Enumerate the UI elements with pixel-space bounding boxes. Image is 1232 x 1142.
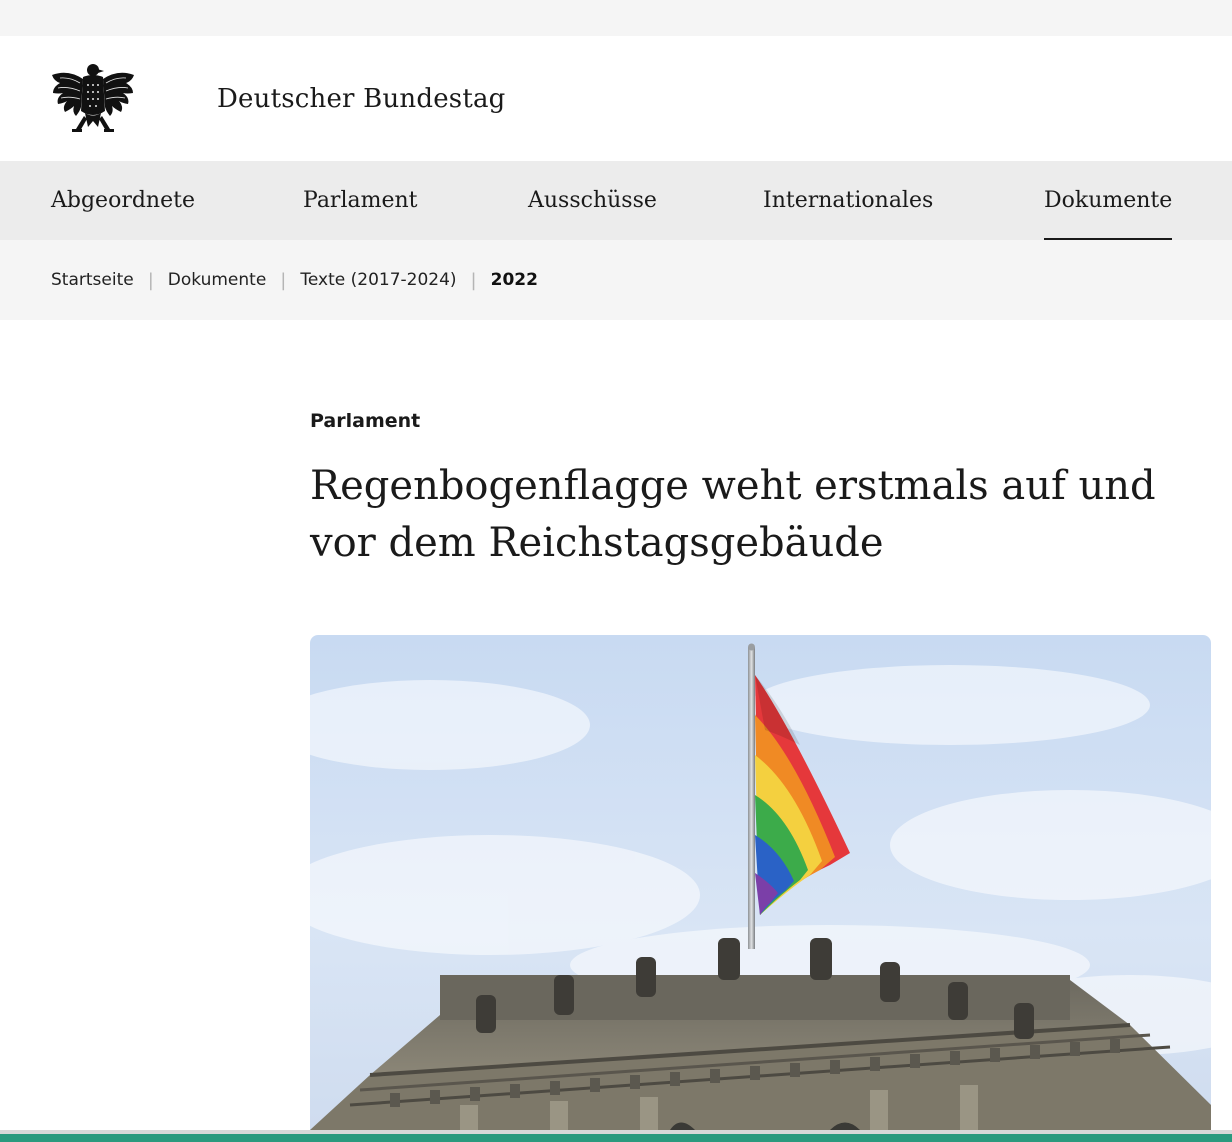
breadcrumb-current: 2022 xyxy=(490,270,538,290)
browser-top-strip xyxy=(0,0,1232,36)
breadcrumb-dokumente[interactable]: Dokumente xyxy=(168,270,267,290)
hero-image[interactable] xyxy=(310,635,1211,1130)
nav-item-parlament[interactable]: Parlament xyxy=(303,161,418,240)
breadcrumb-startseite[interactable]: Startseite xyxy=(51,270,134,290)
article-headline: Regenbogenflagge weht erstmals auf und v… xyxy=(310,463,1156,566)
site-header: Deutscher Bundestag xyxy=(0,36,1232,161)
main-navigation: Abgeordnete Parlament Ausschüsse Interna… xyxy=(0,161,1232,240)
site-title[interactable]: Deutscher Bundestag xyxy=(217,84,506,114)
nav-item-dokumente[interactable]: Dokumente xyxy=(1044,161,1173,240)
nav-item-abgeordnete[interactable]: Abgeordnete xyxy=(51,161,195,240)
article-kicker: Parlament xyxy=(310,410,421,432)
breadcrumb-separator: | xyxy=(280,269,287,291)
bundestag-eagle-logo[interactable] xyxy=(50,61,136,137)
nav-item-ausschuesse[interactable]: Ausschüsse xyxy=(528,161,657,240)
breadcrumb-separator: | xyxy=(470,269,477,291)
rainbow-flag-on-reichstag-photo xyxy=(310,635,1211,1130)
breadcrumb: Startseite | Dokumente | Texte (2017-202… xyxy=(0,240,1232,320)
article-content: Parlament Regenbogenflagge weht erstmals… xyxy=(0,320,1232,1142)
federal-eagle-icon xyxy=(52,63,134,132)
breadcrumb-separator: | xyxy=(147,269,154,291)
accent-bottom-bar xyxy=(0,1134,1232,1142)
nav-item-internationales[interactable]: Internationales xyxy=(763,161,933,240)
breadcrumb-texte[interactable]: Texte (2017-2024) xyxy=(300,270,456,290)
